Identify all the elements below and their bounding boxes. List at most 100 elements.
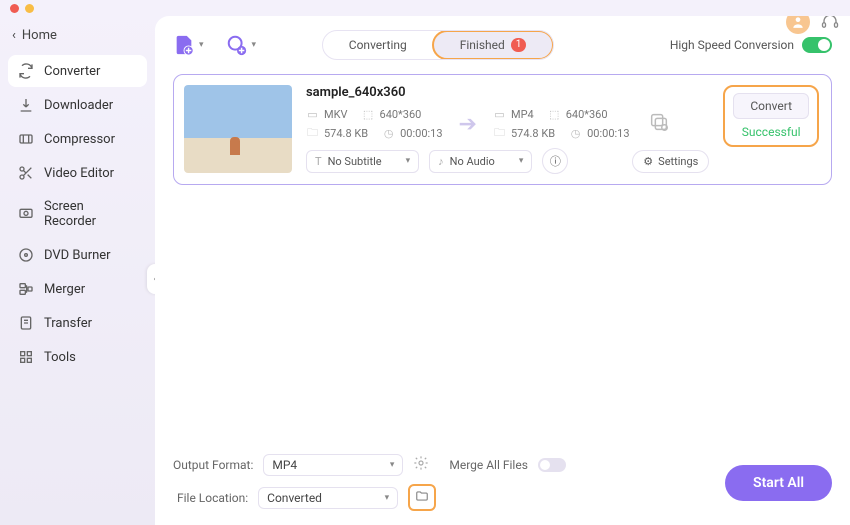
grid-icon [18,349,34,365]
converter-icon [18,63,34,79]
sidebar-item-tools[interactable]: Tools [8,341,147,373]
dimensions-icon: ⬚ [362,108,375,121]
add-url-button[interactable]: ▾ [226,34,257,56]
dst-dimensions: ⬚640*360 [548,108,608,121]
chevron-down-icon: ▾ [385,493,390,503]
folder-icon: 🗀 [306,127,319,140]
dst-size: 🗀574.8 KB [493,127,555,140]
footer-bar: Output Format: MP4 ▾ Merge All Files Fil… [173,442,832,511]
file-name: sample_640x360 [306,85,709,100]
settings-button[interactable]: ⚙ Settings [632,150,709,173]
status-text: Successful [742,125,801,139]
home-label: Home [22,28,57,43]
sidebar-item-label: Converter [44,64,100,79]
merge-toggle[interactable] [538,458,566,472]
tab-label: Converting [349,38,407,52]
chevron-down-icon: ▾ [519,156,524,166]
src-format: ▭MKV [306,108,348,121]
gear-icon: ⚙ [643,155,653,168]
chevron-left-icon: ‹ [12,28,16,43]
merge-icon [18,281,34,297]
file-location-label: File Location: [177,491,248,505]
info-button[interactable]: ⓘ [542,148,568,174]
window-titlebar [0,0,850,16]
sidebar-item-video-editor[interactable]: Video Editor [8,157,147,189]
sidebar-item-transfer[interactable]: Transfer [8,307,147,339]
output-format-select[interactable]: MP4 ▾ [263,454,403,476]
dimensions-icon: ⬚ [548,108,561,121]
audio-select[interactable]: ♪ No Audio ▾ [429,150,532,173]
sidebar-item-label: Downloader [44,98,113,113]
compressor-icon [18,131,34,147]
sidebar-item-label: Transfer [44,316,92,331]
sidebar-item-merger[interactable]: Merger [8,273,147,305]
src-duration: ◷00:00:13 [382,127,442,140]
tab-segment: Converting Finished 1 [322,30,555,60]
chevron-down-icon: ▾ [199,40,204,50]
dst-duration: ◷00:00:13 [569,127,629,140]
window-minimize-button[interactable] [25,4,34,13]
file-location-select[interactable]: Converted ▾ [258,487,398,509]
transfer-icon [18,315,34,331]
content-area: ▾ ▾ Converting Finished 1 [155,16,850,525]
folder-icon: 🗀 [493,127,506,140]
sidebar-item-downloader[interactable]: Downloader [8,89,147,121]
video-icon: ▭ [493,108,506,121]
arrow-right-icon: ➔ [459,112,477,137]
convert-button[interactable]: Convert [733,93,809,119]
output-format-label: Output Format: [173,458,253,472]
file-location-value: Converted [267,491,322,505]
sidebar-item-label: Merger [44,282,85,297]
support-icon[interactable] [818,16,842,34]
output-settings-button[interactable] [413,455,429,475]
subtitle-select[interactable]: T No Subtitle ▾ [306,150,419,173]
tab-converting[interactable]: Converting [323,31,433,59]
output-settings-icon[interactable] [648,111,670,133]
sidebar-item-dvd-burner[interactable]: DVD Burner [8,239,147,271]
window-close-button[interactable] [10,4,19,13]
settings-label: Settings [658,155,698,168]
tab-finished[interactable]: Finished 1 [432,30,555,60]
subtitle-icon: T [315,155,322,168]
add-url-icon [226,34,248,56]
audio-value: No Audio [450,155,495,168]
folder-icon [415,488,429,507]
chevron-down-icon: ▾ [406,156,411,166]
sidebar-item-label: Video Editor [44,166,114,181]
file-card: sample_640x360 ▭MKV ⬚640*360 🗀574.8 KB ◷… [173,74,832,185]
merge-label: Merge All Files [449,458,528,472]
clock-icon: ◷ [569,127,582,140]
record-icon [18,206,34,222]
sidebar-item-converter[interactable]: Converter [8,55,147,87]
disc-icon [18,247,34,263]
subtitle-value: No Subtitle [328,155,382,168]
sidebar-item-label: Tools [44,350,76,365]
audio-icon: ♪ [438,155,444,168]
sidebar-item-screen-recorder[interactable]: Screen Recorder [8,191,147,237]
download-icon [18,97,34,113]
add-file-button[interactable]: ▾ [173,34,204,56]
convert-status-box: Convert Successful [723,85,819,147]
sidebar-item-label: DVD Burner [44,248,111,263]
sidebar-item-label: Compressor [44,132,115,147]
tab-label: Finished [460,38,505,52]
scissors-icon [18,165,34,181]
video-thumbnail[interactable] [184,85,292,173]
sidebar-item-label: Screen Recorder [44,199,137,229]
clock-icon: ◷ [382,127,395,140]
home-link[interactable]: ‹ Home [8,22,147,53]
high-speed-toggle[interactable] [802,37,832,53]
video-icon: ▭ [306,108,319,121]
sidebar-item-compressor[interactable]: Compressor [8,123,147,155]
src-dimensions: ⬚640*360 [362,108,422,121]
open-folder-button[interactable] [408,484,436,511]
chevron-down-icon: ▾ [390,460,395,470]
output-format-value: MP4 [272,458,297,472]
info-icon: ⓘ [550,153,561,169]
dst-format: ▭MP4 [493,108,534,121]
finished-count-badge: 1 [511,38,527,52]
sidebar: ‹ Home Converter Downloader Compressor V… [0,16,155,525]
high-speed-label: High Speed Conversion [670,38,794,52]
add-file-icon [173,34,195,56]
start-all-button[interactable]: Start All [725,465,832,501]
